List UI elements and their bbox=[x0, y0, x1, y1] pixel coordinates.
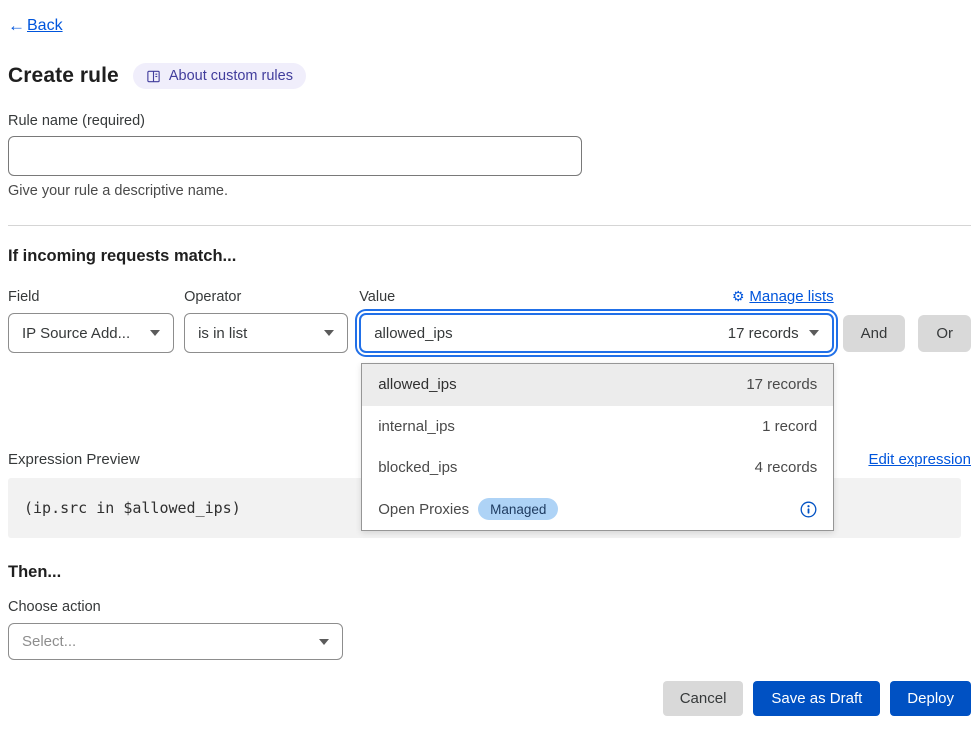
operator-label: Operator bbox=[184, 289, 348, 305]
list-item-name: allowed_ips bbox=[378, 376, 456, 393]
field-group: Field IP Source Add... bbox=[8, 289, 174, 353]
expression-preview-label: Expression Preview bbox=[8, 451, 140, 468]
list-item-records: 17 records bbox=[746, 376, 817, 393]
lists-dropdown: allowed_ips 17 records internal_ips 1 re… bbox=[361, 363, 834, 531]
value-label: Value bbox=[359, 289, 395, 305]
action-select-placeholder: Select... bbox=[22, 633, 76, 650]
back-label: Back bbox=[27, 17, 63, 35]
action-select[interactable]: Select... bbox=[8, 623, 343, 660]
list-item-blocked-ips[interactable]: blocked_ips 4 records bbox=[362, 447, 833, 489]
title-row: Create rule About custom rules bbox=[8, 63, 971, 89]
field-label: Field bbox=[8, 289, 174, 305]
value-select[interactable]: allowed_ips 17 records bbox=[359, 313, 833, 353]
save-as-draft-button[interactable]: Save as Draft bbox=[753, 681, 880, 716]
managed-badge: Managed bbox=[478, 498, 558, 520]
chevron-down-icon bbox=[809, 330, 819, 336]
list-item-records: 1 record bbox=[762, 418, 817, 435]
page-title: Create rule bbox=[8, 64, 119, 88]
manage-lists-link[interactable]: ⚙ Manage lists bbox=[732, 288, 834, 305]
list-item-open-proxies[interactable]: Open Proxies Managed bbox=[362, 489, 833, 531]
operator-group: Operator is in list bbox=[184, 289, 348, 353]
edit-expression-link[interactable]: Edit expression bbox=[868, 451, 971, 468]
back-link[interactable]: ←Back bbox=[8, 16, 63, 36]
rule-name-input[interactable] bbox=[8, 136, 582, 176]
list-item-name: internal_ips bbox=[378, 418, 455, 435]
rule-name-label: Rule name (required) bbox=[8, 113, 971, 129]
choose-action-label: Choose action bbox=[8, 599, 971, 615]
or-button[interactable]: Or bbox=[918, 315, 971, 352]
and-button[interactable]: And bbox=[843, 315, 906, 352]
operator-select[interactable]: is in list bbox=[184, 313, 348, 353]
create-rule-page: ←Back Create rule About custom rules Rul… bbox=[0, 0, 979, 716]
value-group: Value ⚙ Manage lists allowed_ips 17 reco… bbox=[359, 288, 833, 353]
expression-code: (ip.src in $allowed_ips) bbox=[24, 499, 241, 517]
match-section-heading: If incoming requests match... bbox=[8, 247, 971, 266]
then-heading: Then... bbox=[8, 563, 971, 582]
chevron-down-icon bbox=[324, 330, 334, 336]
match-row: Field IP Source Add... Operator is in li… bbox=[8, 288, 971, 353]
about-custom-rules-link[interactable]: About custom rules bbox=[133, 63, 306, 89]
rule-name-helper: Give your rule a descriptive name. bbox=[8, 183, 971, 199]
list-item-name: blocked_ips bbox=[378, 459, 457, 476]
records-count: 17 records bbox=[728, 325, 799, 342]
operator-select-value: is in list bbox=[198, 325, 247, 342]
list-item-left: Open Proxies Managed bbox=[378, 498, 558, 520]
field-select-value: IP Source Add... bbox=[22, 325, 130, 342]
cancel-button[interactable]: Cancel bbox=[663, 681, 744, 716]
value-label-row: Value ⚙ Manage lists bbox=[359, 288, 833, 305]
list-item-records: 4 records bbox=[755, 459, 818, 476]
value-select-value: allowed_ips bbox=[374, 325, 452, 342]
book-icon bbox=[146, 69, 161, 84]
list-item-allowed-ips[interactable]: allowed_ips 17 records bbox=[362, 364, 833, 406]
field-select[interactable]: IP Source Add... bbox=[8, 313, 174, 353]
gear-icon: ⚙ bbox=[732, 288, 745, 305]
footer-actions: Cancel Save as Draft Deploy bbox=[8, 681, 971, 716]
deploy-button[interactable]: Deploy bbox=[890, 681, 971, 716]
manage-lists-label: Manage lists bbox=[749, 288, 833, 305]
chevron-down-icon bbox=[319, 639, 329, 645]
section-divider bbox=[8, 225, 971, 226]
chevron-down-icon bbox=[150, 330, 160, 336]
list-item-name: Open Proxies bbox=[378, 501, 469, 518]
info-icon[interactable] bbox=[800, 501, 817, 518]
back-arrow-icon: ← bbox=[8, 16, 25, 36]
about-custom-rules-label: About custom rules bbox=[169, 68, 293, 84]
list-item-internal-ips[interactable]: internal_ips 1 record bbox=[362, 406, 833, 448]
value-select-right: 17 records bbox=[728, 325, 819, 342]
